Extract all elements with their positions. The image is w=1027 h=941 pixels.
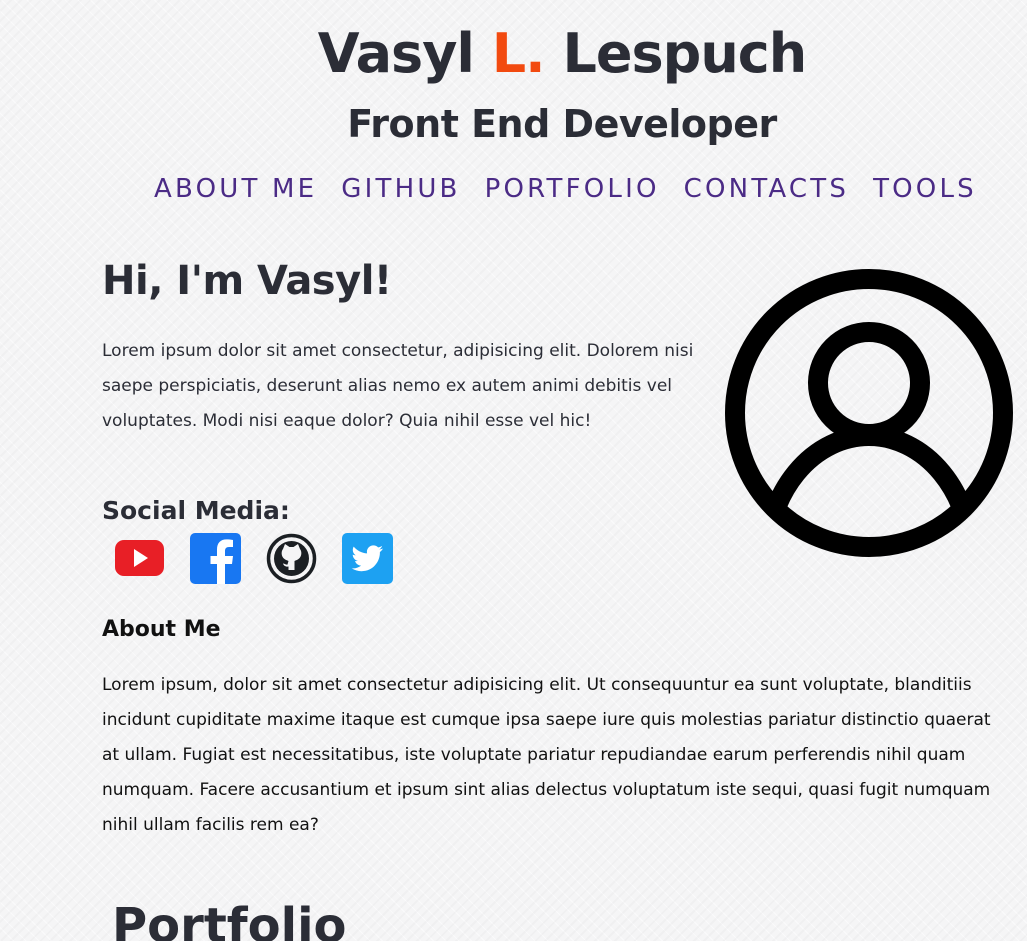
facebook-icon <box>190 533 241 584</box>
portfolio-title: Portfolio <box>112 898 347 941</box>
name-first: Vasyl <box>317 22 475 85</box>
nav-portfolio[interactable]: PORTFOLIO <box>485 174 660 204</box>
github-icon <box>266 533 317 584</box>
about-me-title: About Me <box>102 617 221 642</box>
intro-text: Lorem ipsum dolor sit amet consectetur, … <box>102 341 694 431</box>
name-last: Lespuch <box>562 22 807 85</box>
twitter-link[interactable] <box>342 533 393 584</box>
user-avatar-icon <box>725 269 1013 557</box>
name-initial: L. <box>491 22 546 85</box>
youtube-icon <box>115 540 164 576</box>
site-role: Front End Developer <box>347 102 777 146</box>
nav-github[interactable]: GITHUB <box>341 174 460 204</box>
main-nav: ABOUT ME GITHUB PORTFOLIO CONTACTS TOOLS <box>154 174 977 204</box>
social-media-title: Social Media: <box>102 496 290 525</box>
youtube-link[interactable] <box>114 533 165 584</box>
nav-tools[interactable]: TOOLS <box>873 174 977 204</box>
nav-about-me[interactable]: ABOUT ME <box>154 174 317 204</box>
hero-title: Hi, I'm Vasyl! <box>102 258 392 304</box>
social-links <box>114 533 393 584</box>
site-name: Vasyl L. Lespuch <box>0 22 1027 85</box>
facebook-link[interactable] <box>190 533 241 584</box>
github-link[interactable] <box>266 533 317 584</box>
nav-contacts[interactable]: CONTACTS <box>684 174 849 204</box>
twitter-icon <box>342 533 393 584</box>
about-me-text: Lorem ipsum, dolor sit amet consectetur … <box>102 675 991 835</box>
